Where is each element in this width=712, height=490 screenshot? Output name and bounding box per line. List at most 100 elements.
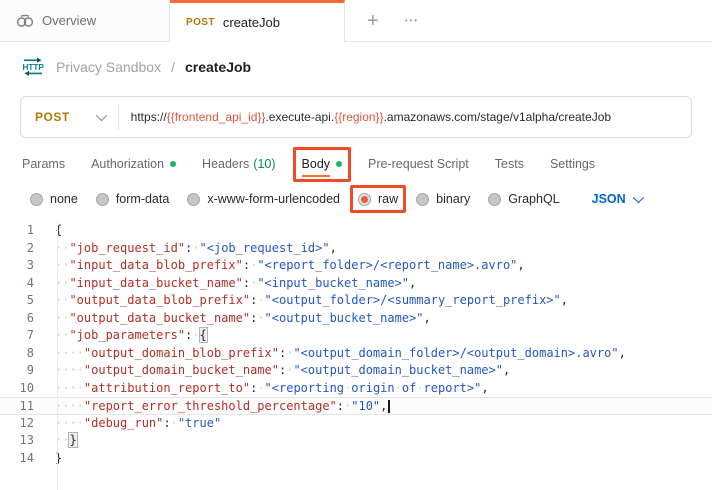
radio-label: x-www-form-urlencoded xyxy=(207,192,340,206)
raw-body-editor[interactable]: 1{2··"job_request_id":·"<job_request_id>… xyxy=(0,222,712,482)
breadcrumb-request-name: createJob xyxy=(185,59,251,75)
overview-icon xyxy=(16,14,34,28)
gutter-separator xyxy=(57,222,58,490)
tab-settings[interactable]: Settings xyxy=(550,145,595,183)
code-line[interactable]: 9····"output_domain_bucket_name":·"<outp… xyxy=(0,362,712,380)
request-tabs: Params Authorization Headers (10) Body P… xyxy=(0,145,712,183)
tab-label: Pre-request Script xyxy=(368,157,469,171)
tab-overview[interactable]: Overview xyxy=(0,0,170,42)
radio-graphql[interactable]: GraphQL xyxy=(488,192,559,206)
code-line[interactable]: 8····"output_domain_blob_prefix":·"<outp… xyxy=(0,345,712,363)
breadcrumb-collection[interactable]: Privacy Sandbox xyxy=(56,59,161,75)
line-number: 10 xyxy=(0,380,47,398)
active-tab-underline xyxy=(302,175,331,177)
line-number: 13 xyxy=(0,432,47,450)
code-line[interactable]: 10····"attribution_report_to":·"<reporti… xyxy=(0,380,712,398)
line-number: 14 xyxy=(0,450,47,468)
radio-form-data[interactable]: form-data xyxy=(96,192,170,206)
method-label: POST xyxy=(35,110,70,124)
url-variable: {{region}} xyxy=(334,110,383,124)
radio-none[interactable]: none xyxy=(30,192,78,206)
code-line[interactable]: 2··"job_request_id":·"<job_request_id>", xyxy=(0,240,712,258)
breadcrumb: HTTP Privacy Sandbox / createJob xyxy=(0,42,712,86)
line-number: 1 xyxy=(0,222,47,240)
chevron-down-icon xyxy=(632,192,643,203)
chevron-down-icon xyxy=(95,110,106,121)
url-part: .amazonaws.com/stage/v1alpha/createJob xyxy=(384,110,611,124)
text-cursor xyxy=(388,400,390,413)
status-dot xyxy=(336,161,342,167)
new-tab-button[interactable]: + xyxy=(367,11,379,31)
tab-params[interactable]: Params xyxy=(22,145,65,183)
more-options-icon[interactable]: ••• xyxy=(405,16,419,25)
tab-label: Authorization xyxy=(91,157,164,171)
workspace-tabbar: Overview POST createJob + ••• xyxy=(0,0,712,42)
code-line[interactable]: 5··"output_data_blob_prefix":·"<output_f… xyxy=(0,292,712,310)
url-input[interactable]: https://{{frontend_api_id}}.execute-api.… xyxy=(131,110,611,124)
tab-label: Body xyxy=(302,157,331,171)
line-number: 8 xyxy=(0,345,47,363)
breadcrumb-separator: / xyxy=(171,59,175,75)
radio-icon xyxy=(187,193,200,206)
method-dropdown[interactable]: POST xyxy=(21,110,118,124)
radio-label: GraphQL xyxy=(508,192,559,206)
line-number: 11 xyxy=(0,398,47,414)
line-number: 5 xyxy=(0,292,47,310)
code-line[interactable]: 3··"input_data_blob_prefix":·"<report_fo… xyxy=(0,257,712,275)
radio-label: none xyxy=(50,192,78,206)
code-line[interactable]: 6··"output_data_bucket_name":·"<output_b… xyxy=(0,310,712,328)
line-number: 4 xyxy=(0,275,47,293)
radio-raw[interactable]: raw xyxy=(358,192,398,206)
url-bar: POST https://{{frontend_api_id}}.execute… xyxy=(20,96,692,138)
tab-tests[interactable]: Tests xyxy=(495,145,524,183)
code-lines: 1{2··"job_request_id":·"<job_request_id>… xyxy=(0,222,712,467)
code-line[interactable]: 1{ xyxy=(0,222,712,240)
radio-x-www-form-urlencoded[interactable]: x-www-form-urlencoded xyxy=(187,192,340,206)
radio-label: binary xyxy=(436,192,470,206)
status-dot xyxy=(170,161,176,167)
code-line[interactable]: 14} xyxy=(0,450,712,468)
tab-pre-request-script[interactable]: Pre-request Script xyxy=(368,145,469,183)
svg-text:HTTP: HTTP xyxy=(23,63,45,72)
tab-label: Tests xyxy=(495,157,524,171)
radio-icon xyxy=(488,193,501,206)
tab-createjob-label: createJob xyxy=(223,15,280,30)
tab-method-badge: POST xyxy=(186,17,215,28)
radio-label: form-data xyxy=(116,192,170,206)
url-part: .execute-api. xyxy=(265,110,334,124)
radio-selected-icon xyxy=(358,193,371,206)
tab-createjob[interactable]: POST createJob xyxy=(170,0,345,42)
tab-body[interactable]: Body xyxy=(302,145,343,183)
url-variable: {{frontend_api_id}} xyxy=(167,110,266,124)
line-number: 7 xyxy=(0,327,47,345)
code-line[interactable]: 12····"debug_run":·"true" xyxy=(0,415,712,433)
line-number: 2 xyxy=(0,240,47,258)
headers-count-badge: (10) xyxy=(253,157,275,171)
language-label: JSON xyxy=(592,192,626,206)
line-number: 9 xyxy=(0,362,47,380)
divider xyxy=(118,104,119,130)
url-part: https:// xyxy=(131,110,167,124)
radio-binary[interactable]: binary xyxy=(416,192,470,206)
code-line[interactable]: 4··"input_data_bucket_name":·"<input_buc… xyxy=(0,275,712,293)
code-line[interactable]: 13··} xyxy=(0,432,712,450)
line-number: 12 xyxy=(0,415,47,433)
code-line[interactable]: 11····"report_error_threshold_percentage… xyxy=(0,397,712,415)
tab-label: Settings xyxy=(550,157,595,171)
body-type-selector: none form-data x-www-form-urlencoded raw… xyxy=(0,184,712,214)
tab-authorization[interactable]: Authorization xyxy=(91,145,176,183)
radio-label: raw xyxy=(378,192,398,206)
tab-overview-label: Overview xyxy=(42,13,96,28)
tabbar-actions: + ••• xyxy=(345,0,712,42)
line-number: 6 xyxy=(0,310,47,328)
tab-label: Headers xyxy=(202,157,249,171)
radio-icon xyxy=(416,193,429,206)
radio-icon xyxy=(30,193,43,206)
tab-headers[interactable]: Headers (10) xyxy=(202,145,275,183)
radio-icon xyxy=(96,193,109,206)
code-line[interactable]: 7··"job_parameters":·{ xyxy=(0,327,712,345)
http-request-icon: HTTP xyxy=(20,57,46,77)
postman-window: Overview POST createJob + ••• HTTP Priva… xyxy=(0,0,712,490)
language-dropdown[interactable]: JSON xyxy=(592,192,641,206)
tab-label: Params xyxy=(22,157,65,171)
